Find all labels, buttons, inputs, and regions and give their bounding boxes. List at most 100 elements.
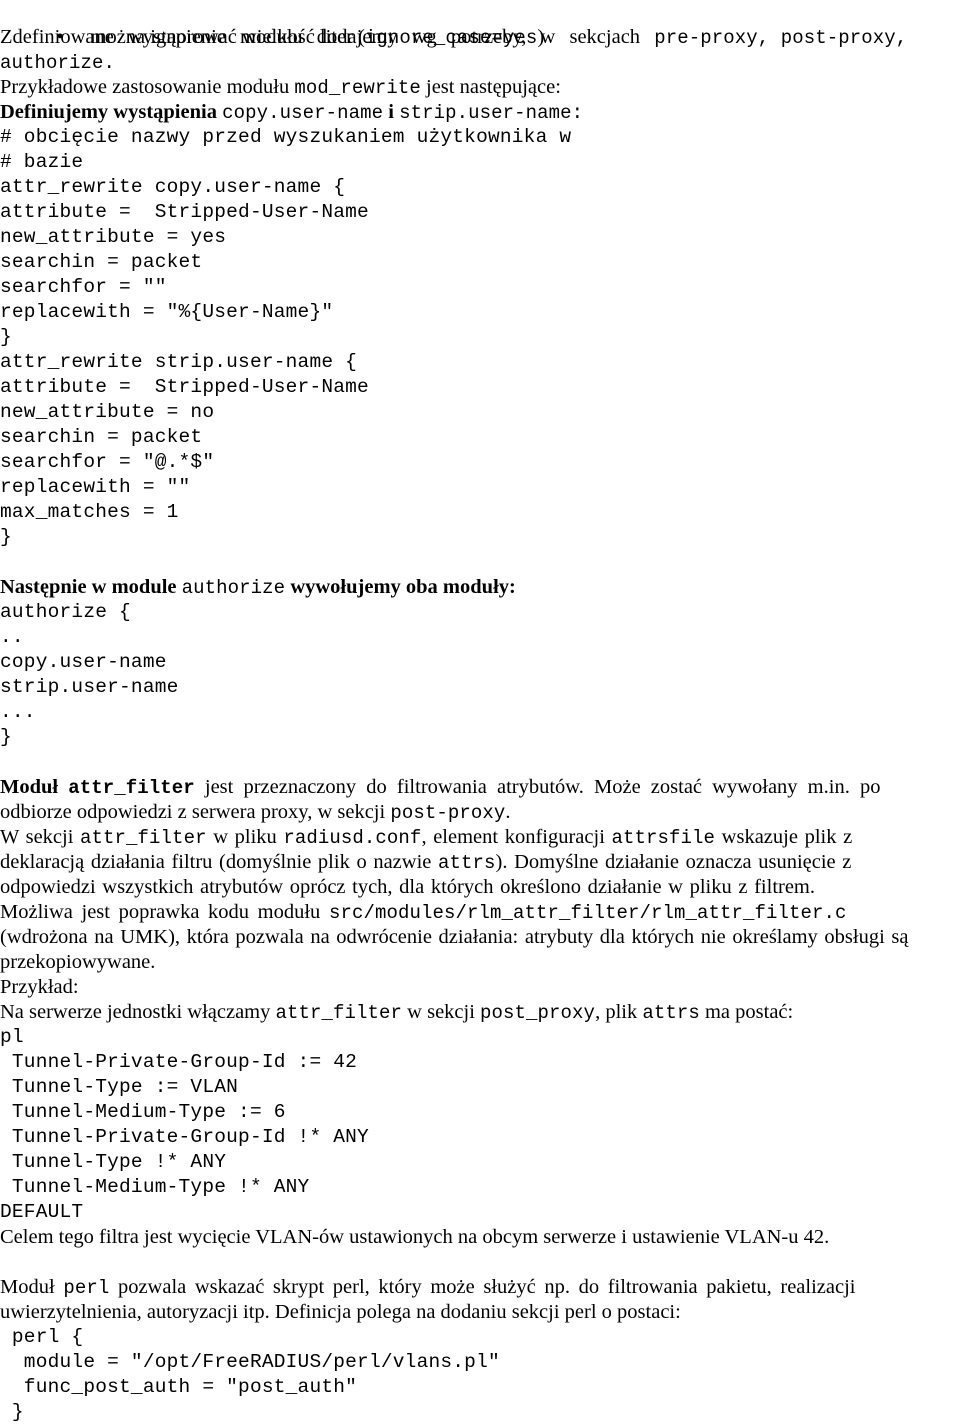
- code-line: replacewith = "%{User-Name}": [0, 301, 334, 323]
- para9-line2: uwierzytelnienia, autoryzacji itp. Defin…: [0, 1300, 960, 1325]
- para6-l4-a: Możliwa jest poprawka kodu modułu: [0, 901, 329, 923]
- code-line: pl: [0, 1026, 24, 1048]
- para7-label-przyklad: Przykład:: [0, 976, 79, 998]
- para6-code-attrsfile: attrsfile: [611, 827, 716, 849]
- para9-l1-a: Moduł: [0, 1276, 64, 1298]
- code-line: authorize {: [0, 601, 131, 623]
- para1-line2-code: authorize.: [0, 52, 116, 74]
- code-line: attribute = Stripped-User-Name: [0, 376, 369, 398]
- para8-line1: Celem tego filtra jest wycięcie VLAN-ów …: [0, 1225, 960, 1250]
- para7-code-attr-filter: attr_filter: [275, 1002, 403, 1024]
- para6-code-rlm-attr-filter-path: src/modules/rlm_attr_filter/rlm_attr_fil…: [328, 902, 847, 924]
- para7-l1-c: , plik: [595, 1001, 643, 1023]
- para7-l1-b: w sekcji: [402, 1001, 481, 1023]
- para6-l6: przekopiowywane.: [0, 951, 156, 973]
- code-block-attrs-file: pl Tunnel-Private-Group-Id := 42 Tunnel-…: [0, 1025, 960, 1225]
- para6-l1-d: wskazuje plik z: [715, 826, 853, 848]
- para3-text-b: i: [383, 101, 400, 123]
- code-line: Tunnel-Medium-Type := 6: [0, 1101, 286, 1123]
- code-line: attr_rewrite copy.user-name {: [0, 176, 346, 198]
- para6-line6: przekopiowywane.: [0, 950, 960, 975]
- para5-line1: Moduł attr_filter jest przeznaczony do f…: [0, 775, 960, 800]
- para4-text-b: wywołujemy oba moduły:: [285, 576, 516, 598]
- para7-code-attrs: attrs: [642, 1002, 700, 1024]
- code-line: }: [0, 326, 12, 348]
- code-line: module = "/opt/FreeRADIUS/perl/vlans.pl": [0, 1351, 500, 1373]
- code-line: strip.user-name: [0, 676, 179, 698]
- para6-l2-a: deklaracją działania filtru (domyślnie p…: [0, 851, 438, 873]
- para6-code-radiusd-conf: radiusd.conf: [283, 827, 422, 849]
- para4-line1: Następnie w module authorize wywołujemy …: [0, 575, 960, 600]
- para7-line1: Na serwerze jednostki włączamy attr_filt…: [0, 1000, 960, 1025]
- para9-l1-b: pozwala wskazać skrypt perl, który może …: [109, 1276, 856, 1298]
- code-line: # obcięcie nazwy przed wyszukaniem użytk…: [0, 126, 572, 148]
- para5-l2-text-b: .: [505, 801, 511, 823]
- para5-code-attr-filter: attr_filter: [68, 777, 195, 799]
- para7-label: Przykład:: [0, 975, 960, 1000]
- code-line: searchfor = "": [0, 276, 167, 298]
- para2-text-b: jest następujące:: [420, 76, 561, 98]
- para1-line1-text: Zdefiniowane wystąpienie modułu dodajemy…: [0, 26, 655, 48]
- code-line: new_attribute = no: [0, 401, 215, 423]
- para6-l5: (wdrożona na UMK), która pozwala na odwr…: [0, 926, 909, 948]
- para7-l1-d: ma postać:: [699, 1001, 794, 1023]
- para2-text-a: Przykładowe zastosowanie modułu: [0, 76, 295, 98]
- code-block-perl-section: perl { module = "/opt/FreeRADIUS/perl/vl…: [0, 1325, 960, 1425]
- code-line: DEFAULT: [0, 1201, 84, 1223]
- para6-l1-b: w pliku: [206, 826, 284, 848]
- code-line: searchin = packet: [0, 426, 203, 448]
- para6-code-attr-filter: attr_filter: [80, 827, 207, 849]
- code-line: max_matches = 1: [0, 501, 179, 523]
- code-line: replacewith = "": [0, 476, 191, 498]
- para6-line2: deklaracją działania filtru (domyślnie p…: [0, 850, 960, 875]
- code-line: }: [0, 726, 12, 748]
- para6-l1-a: W sekcji: [0, 826, 81, 848]
- code-line: attribute = Stripped-User-Name: [0, 201, 369, 223]
- code-line: new_attribute = yes: [0, 226, 227, 248]
- code-line: Tunnel-Type := VLAN: [0, 1076, 239, 1098]
- code-line: copy.user-name: [0, 651, 167, 673]
- para6-line1: W sekcji attr_filter w pliku radiusd.con…: [0, 825, 960, 850]
- code-line: perl {: [0, 1326, 84, 1348]
- para5-l2-text-a: odbiorze odpowiedzi z serwera proxy, w s…: [0, 801, 391, 823]
- para6-line3: odpowiedzi wszystkich atrybutów oprócz t…: [0, 875, 960, 900]
- para6-l2-b: ). Domyślne działanie oznacza usunięcie …: [495, 851, 852, 873]
- para3-code-strip-user-name: strip.user-name:: [399, 102, 584, 124]
- para4-code-authorize: authorize: [181, 577, 286, 599]
- code-line: func_post_auth = "post_auth": [0, 1376, 358, 1398]
- code-line: Tunnel-Private-Group-Id !* ANY: [0, 1126, 369, 1148]
- para3-code-copy-user-name: copy.user-name: [222, 102, 384, 124]
- bullet-list-item: • można ignorować wielkość liter (ignore_…: [0, 0, 960, 49]
- para6-l1-c: , element konfiguracji: [421, 826, 612, 848]
- code-line: searchin = packet: [0, 251, 203, 273]
- para1-line1-code: pre-proxy, post-proxy,: [654, 27, 908, 49]
- code-line: Tunnel-Medium-Type !* ANY: [0, 1176, 310, 1198]
- code-line: }: [0, 526, 12, 548]
- para3-line1: Definiujemy wystąpienia copy.user-name i…: [0, 100, 960, 125]
- para5-code-post-proxy: post-proxy: [390, 802, 506, 824]
- para9-l2: uwierzytelnienia, autoryzacji itp. Defin…: [0, 1301, 681, 1323]
- para6-code-attrs: attrs: [438, 852, 496, 874]
- code-line: ..: [0, 626, 24, 648]
- para6-l3: odpowiedzi wszystkich atrybutów oprócz t…: [0, 876, 816, 898]
- para7-code-post-proxy: post_proxy: [480, 1002, 596, 1024]
- para4-text-a: Następnie w module: [0, 576, 182, 598]
- code-line: Tunnel-Private-Group-Id := 42: [0, 1051, 358, 1073]
- para1-line2: authorize.: [0, 50, 960, 75]
- code-line: Tunnel-Type !* ANY: [0, 1151, 227, 1173]
- code-line: }: [0, 1401, 24, 1423]
- code-block-attr-rewrite: # obcięcie nazwy przed wyszukaniem użytk…: [0, 125, 960, 550]
- para2-line1: Przykładowe zastosowanie modułu mod_rewr…: [0, 75, 960, 100]
- para1-line1: Zdefiniowane wystąpienie modułu dodajemy…: [0, 25, 960, 50]
- para3-text-a: Definiujemy wystąpienia: [0, 101, 223, 123]
- para2-code-mod-rewrite: mod_rewrite: [294, 77, 421, 99]
- para9-line1: Moduł perl pozwala wskazać skrypt perl, …: [0, 1275, 960, 1300]
- para8-text: Celem tego filtra jest wycięcie VLAN-ów …: [0, 1226, 830, 1248]
- document-page: • można ignorować wielkość liter (ignore_…: [0, 0, 960, 1423]
- para5-text-rest: jest przeznaczony do filtrowania atrybut…: [194, 776, 881, 798]
- para9-code-perl: perl: [63, 1277, 110, 1299]
- code-line: # bazie: [0, 151, 84, 173]
- para5-label-modul: Moduł: [0, 776, 69, 798]
